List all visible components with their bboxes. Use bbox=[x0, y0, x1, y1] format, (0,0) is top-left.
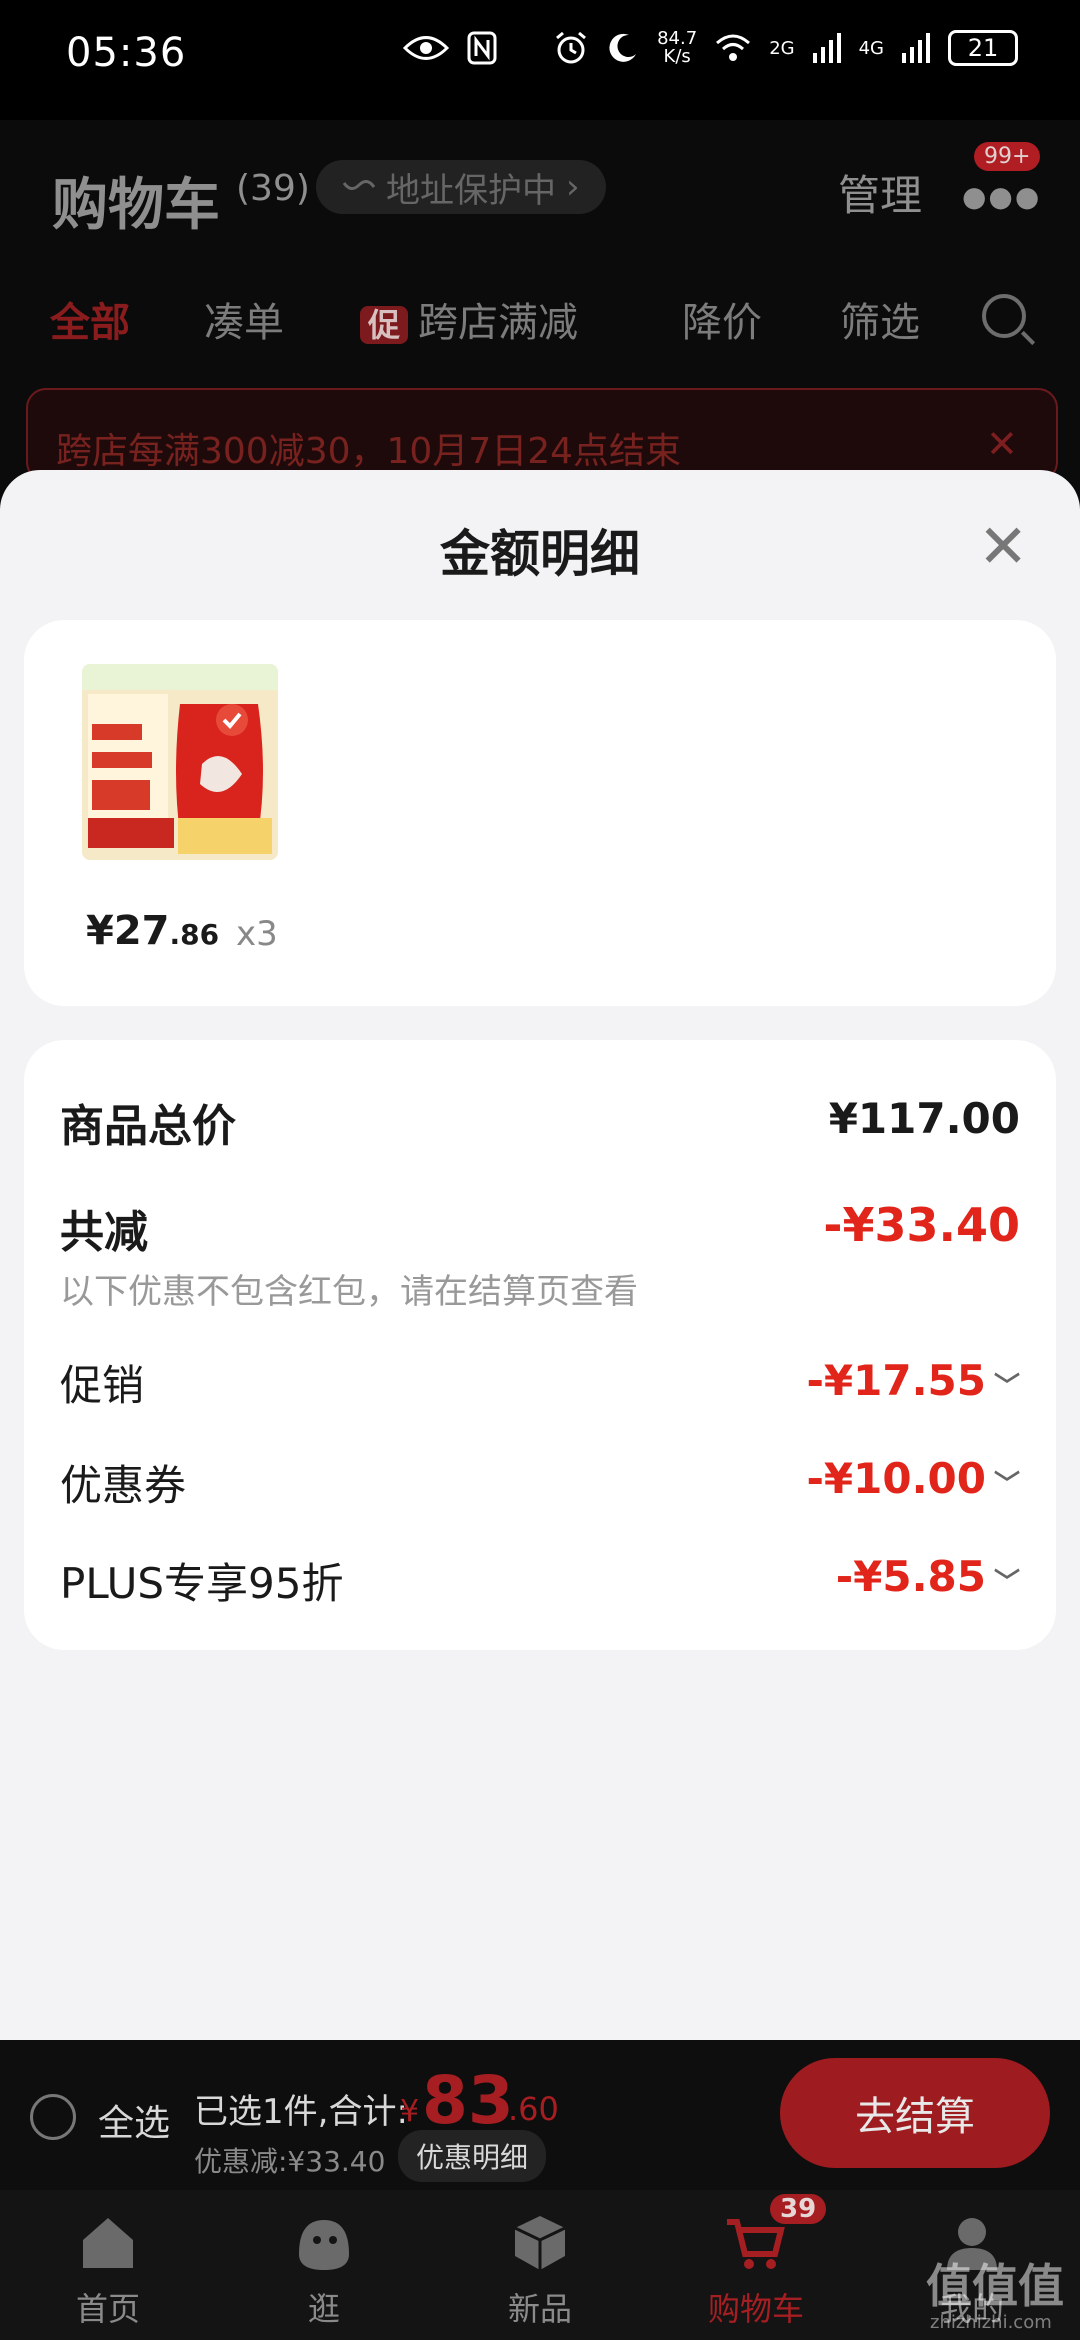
manage-button[interactable]: 管理 bbox=[838, 162, 922, 223]
product-quantity: x3 bbox=[236, 914, 278, 954]
coupon-row-label: 优惠券 bbox=[60, 1461, 187, 1510]
tab-cart[interactable]: 购物车 bbox=[676, 2210, 836, 2330]
discount-detail-button[interactable]: 优惠明细 bbox=[398, 2130, 547, 2182]
tab-filter[interactable]: 筛选 bbox=[840, 290, 920, 348]
status-time: 05:36 bbox=[66, 30, 187, 76]
tab-bundle[interactable]: 凑单 bbox=[204, 290, 284, 348]
address-protection-pill[interactable]: 地址保护中 › bbox=[316, 160, 606, 214]
chevron-down-icon: ﹀ bbox=[993, 1372, 1020, 1402]
tab-cross-store[interactable]: 促跨店满减 bbox=[360, 290, 578, 348]
select-all-label[interactable]: 全选 bbox=[98, 2094, 170, 2146]
net-speed: 84.7 K/s bbox=[657, 28, 698, 67]
select-all-checkbox[interactable] bbox=[30, 2094, 76, 2140]
tab-browse[interactable]: 逛 bbox=[244, 2210, 404, 2330]
promo-row-value[interactable]: -¥17.55 ﹀ bbox=[806, 1356, 1020, 1405]
watermark-url: zhizhizhi.com bbox=[930, 2312, 1052, 2333]
cart-badge: 39 bbox=[770, 2194, 827, 2224]
nfc-icon bbox=[467, 31, 497, 65]
total-amount: 83 bbox=[422, 2062, 514, 2139]
moon-icon bbox=[609, 33, 637, 62]
shield-wave-icon bbox=[342, 180, 376, 190]
status-icons: 84.7 K/s 2G 4G 21 bbox=[403, 30, 1018, 66]
total-currency: ¥ bbox=[400, 2094, 420, 2129]
signal-icon-1 bbox=[812, 33, 841, 63]
signal-icon-2 bbox=[902, 33, 930, 63]
tab-new[interactable]: 新品 bbox=[460, 2210, 620, 2330]
product-price: ¥27.86 bbox=[86, 908, 220, 954]
page-title: 购物车 bbox=[52, 173, 220, 238]
promo-row-label: 促销 bbox=[60, 1361, 145, 1410]
browse-icon bbox=[299, 2220, 349, 2270]
promo-icon: 促 bbox=[360, 306, 409, 344]
reduce-value: -¥33.40 bbox=[823, 1198, 1020, 1252]
tab-home[interactable]: 首页 bbox=[28, 2210, 188, 2330]
chevron-down-icon: ﹀ bbox=[993, 1568, 1020, 1598]
chevron-right-icon: › bbox=[566, 167, 580, 207]
watermark-logo: 值值值 bbox=[926, 2259, 1064, 2313]
filter-tabs: 全部 凑单 促跨店满减 降价 筛选 bbox=[0, 290, 1080, 360]
total-label: 商品总价 bbox=[60, 1101, 236, 1152]
checkout-button[interactable]: 去结算 bbox=[780, 2058, 1050, 2168]
selected-summary: 已选1件,合计: bbox=[194, 2092, 408, 2132]
address-pill-label: 地址保护中 bbox=[386, 170, 556, 211]
promo-banner-text: 跨店每满300减30，10月7日24点结束 bbox=[56, 431, 682, 472]
battery-icon: 21 bbox=[948, 30, 1018, 66]
search-icon[interactable] bbox=[982, 294, 1026, 338]
close-icon[interactable]: ✕ bbox=[986, 422, 1018, 466]
coupon-row-value[interactable]: -¥10.00 ﹀ bbox=[806, 1454, 1020, 1503]
close-icon[interactable]: ✕ bbox=[978, 512, 1028, 582]
reduce-label: 共减 bbox=[60, 1207, 148, 1258]
discount-note: 以下优惠不包含红包，请在结算页查看 bbox=[60, 1272, 638, 1312]
cart-count: (39) bbox=[236, 168, 310, 209]
new-box-icon bbox=[514, 2216, 566, 2270]
eye-icon bbox=[403, 36, 450, 60]
tab-price-drop[interactable]: 降价 bbox=[682, 290, 762, 348]
plus-row-label: PLUS专享95折 bbox=[60, 1559, 344, 1608]
tab-all[interactable]: 全部 bbox=[50, 290, 130, 348]
wifi-icon bbox=[716, 34, 751, 61]
sim2-label: 4G bbox=[858, 37, 884, 59]
message-badge: 99+ bbox=[974, 142, 1041, 171]
plus-row-value[interactable]: -¥5.85 ﹀ bbox=[836, 1552, 1020, 1601]
discount-summary: 优惠减:¥33.40 bbox=[194, 2145, 386, 2178]
total-value: ¥117.00 bbox=[828, 1094, 1020, 1143]
more-icon[interactable]: ●●● bbox=[962, 180, 1041, 213]
product-image[interactable] bbox=[82, 664, 278, 860]
sheet-title: 金额明细 bbox=[440, 525, 640, 583]
total-amount-decimal: .60 bbox=[508, 2090, 559, 2128]
home-icon bbox=[83, 2218, 133, 2268]
sim1-label: 2G bbox=[769, 37, 795, 59]
chevron-down-icon: ﹀ bbox=[993, 1470, 1020, 1500]
alarm-icon bbox=[556, 31, 587, 64]
